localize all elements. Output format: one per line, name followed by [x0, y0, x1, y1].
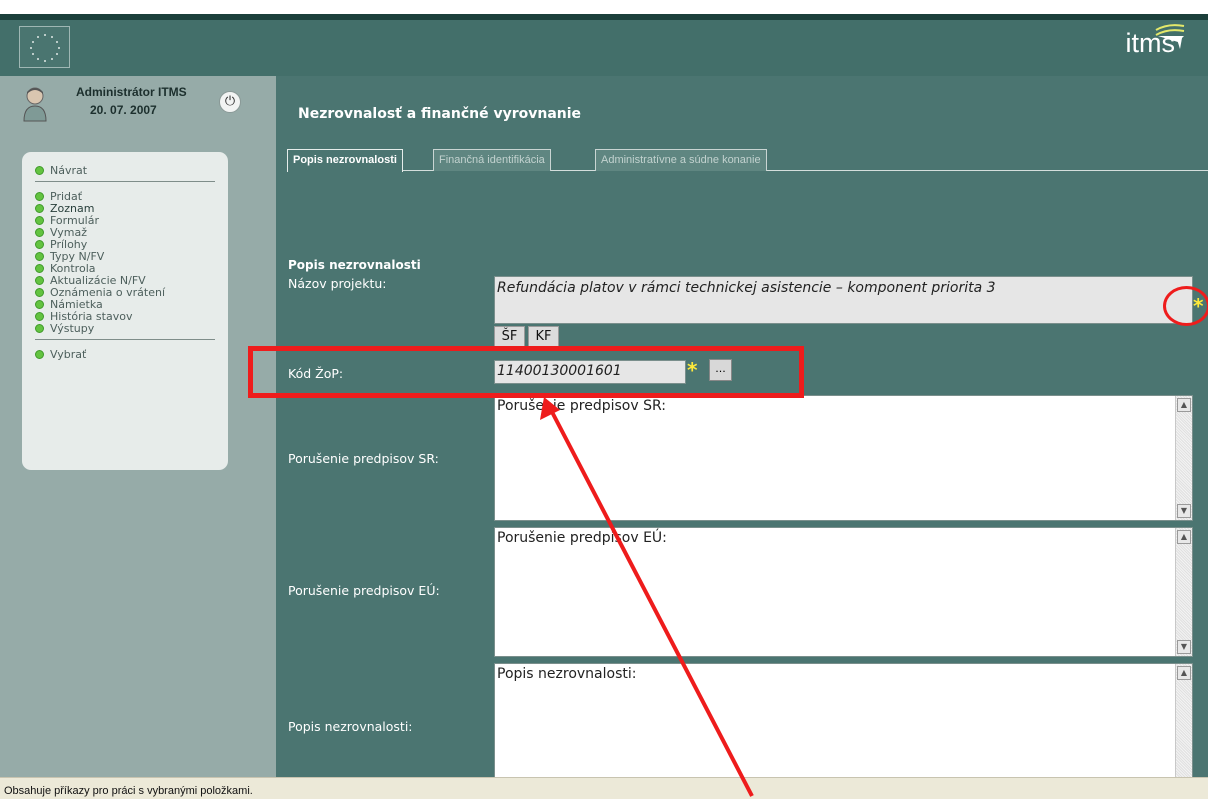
eu-flag-logo — [19, 26, 70, 68]
tab-bar: Popis nezrovnalosti Finančná identifikác… — [287, 149, 1208, 172]
eu-violation-textarea[interactable]: Porušenie predpisov EÚ: ▲ ▼ — [494, 527, 1193, 657]
tab-financna-identifikacia[interactable]: Finančná identifikácia — [433, 149, 551, 171]
sidebar-item-label: Návrat — [50, 163, 88, 177]
green-bullet-icon — [35, 275, 44, 285]
menu-divider — [35, 339, 215, 340]
green-bullet-icon — [35, 287, 44, 297]
textarea-scrollbar[interactable]: ▲ — [1175, 664, 1192, 780]
scroll-up-icon[interactable]: ▲ — [1177, 530, 1191, 544]
browser-status-bar: Obsahuje příkazy pro práci s vybranými p… — [0, 777, 1208, 799]
logout-power-icon[interactable]: ⏻ — [219, 91, 241, 113]
window-top-margin — [0, 0, 1208, 14]
user-name: Administrátor ITMS — [76, 85, 187, 99]
project-name-label: Názov projektu: — [288, 276, 387, 291]
sidebar-item-namietka[interactable]: Námietka — [35, 298, 215, 311]
sidebar-item-historia[interactable]: História stavov — [35, 310, 215, 323]
green-bullet-icon — [35, 203, 44, 213]
sidebar: Administrátor ITMS 20. 07. 2007 ⏻ Návrat… — [0, 76, 276, 777]
scroll-up-icon[interactable]: ▲ — [1177, 666, 1191, 680]
sr-violation-label: Porušenie predpisov SR: — [288, 451, 439, 466]
green-bullet-icon — [35, 263, 44, 273]
annotation-highlight-box — [248, 346, 804, 398]
textarea-scrollbar[interactable]: ▲ ▼ — [1175, 528, 1192, 656]
page-title: Nezrovnalosť a finančné vyrovnanie — [298, 106, 582, 122]
sidebar-item-prilohy[interactable]: Prílohy — [35, 238, 215, 251]
project-name-field[interactable]: Refundácia platov v rámci technickej asi… — [494, 276, 1193, 324]
green-bullet-icon — [35, 299, 44, 309]
itms-logo-arrow-icon — [1155, 24, 1185, 49]
description-label: Popis nezrovnalosti: — [288, 719, 413, 734]
sidebar-item-kontrola[interactable]: Kontrola — [35, 262, 215, 275]
green-bullet-icon — [35, 349, 44, 359]
sidebar-item-label: Výstupy — [50, 321, 95, 335]
textarea-scrollbar[interactable]: ▲ ▼ — [1175, 396, 1192, 520]
green-bullet-icon — [35, 311, 44, 321]
green-bullet-icon — [35, 239, 44, 249]
green-bullet-icon — [35, 165, 44, 175]
menu-divider — [35, 181, 215, 182]
description-value: Popis nezrovnalosti: — [497, 666, 637, 682]
main-content: Nezrovnalosť a finančné vyrovnanie Popis… — [276, 76, 1208, 781]
green-bullet-icon — [35, 227, 44, 237]
sidebar-item-formular[interactable]: Formulár — [35, 214, 215, 227]
scroll-down-icon[interactable]: ▼ — [1177, 504, 1191, 518]
sidebar-item-vybrat[interactable]: Vybrať — [35, 347, 215, 361]
app-header: itms — [0, 20, 1208, 76]
sr-violation-value: Porušenie predpisov SR: — [497, 398, 666, 414]
kf-button[interactable]: KF — [528, 326, 559, 348]
eu-violation-value: Porušenie predpisov EÚ: — [497, 530, 667, 546]
green-bullet-icon — [35, 215, 44, 225]
sidebar-item-label: Vybrať — [50, 347, 87, 361]
sidebar-item-vymaz[interactable]: Vymaž — [35, 226, 215, 239]
sr-violation-textarea[interactable]: Porušenie predpisov SR: ▲ ▼ — [494, 395, 1193, 521]
section-title: Popis nezrovnalosti — [288, 258, 421, 272]
scroll-up-icon[interactable]: ▲ — [1177, 398, 1191, 412]
description-textarea[interactable]: Popis nezrovnalosti: ▲ — [494, 663, 1193, 781]
sidebar-item-oznamenia[interactable]: Oznámenia o vrátení — [35, 286, 215, 299]
green-bullet-icon — [35, 323, 44, 333]
green-bullet-icon — [35, 251, 44, 261]
sidebar-item-zoznam[interactable]: Zoznam — [35, 202, 215, 215]
sidebar-item-pridat[interactable]: Pridať — [35, 190, 215, 203]
sidebar-item-vystupy[interactable]: Výstupy — [35, 321, 215, 335]
sidebar-menu: Návrat Pridať Zoznam Formulár Vymaž Príl… — [22, 152, 228, 470]
sidebar-item-typy-nfv[interactable]: Typy N/FV — [35, 250, 215, 263]
scroll-down-icon[interactable]: ▼ — [1177, 640, 1191, 654]
project-name-value: Refundácia platov v rámci technickej asi… — [497, 280, 996, 296]
tab-administrativne-konanie[interactable]: Administratívne a súdne konanie — [595, 149, 767, 171]
eu-violation-label: Porušenie predpisov EÚ: — [288, 583, 440, 598]
sidebar-item-navrat[interactable]: Návrat — [35, 163, 215, 177]
login-date: 20. 07. 2007 — [90, 103, 157, 117]
green-bullet-icon — [35, 191, 44, 201]
sf-button[interactable]: ŠF — [494, 326, 525, 348]
annotation-highlight-circle — [1163, 286, 1208, 326]
user-avatar-icon — [23, 87, 47, 122]
tab-popis-nezrovnalosti[interactable]: Popis nezrovnalosti — [287, 149, 403, 172]
sidebar-item-aktualizacie[interactable]: Aktualizácie N/FV — [35, 274, 215, 287]
